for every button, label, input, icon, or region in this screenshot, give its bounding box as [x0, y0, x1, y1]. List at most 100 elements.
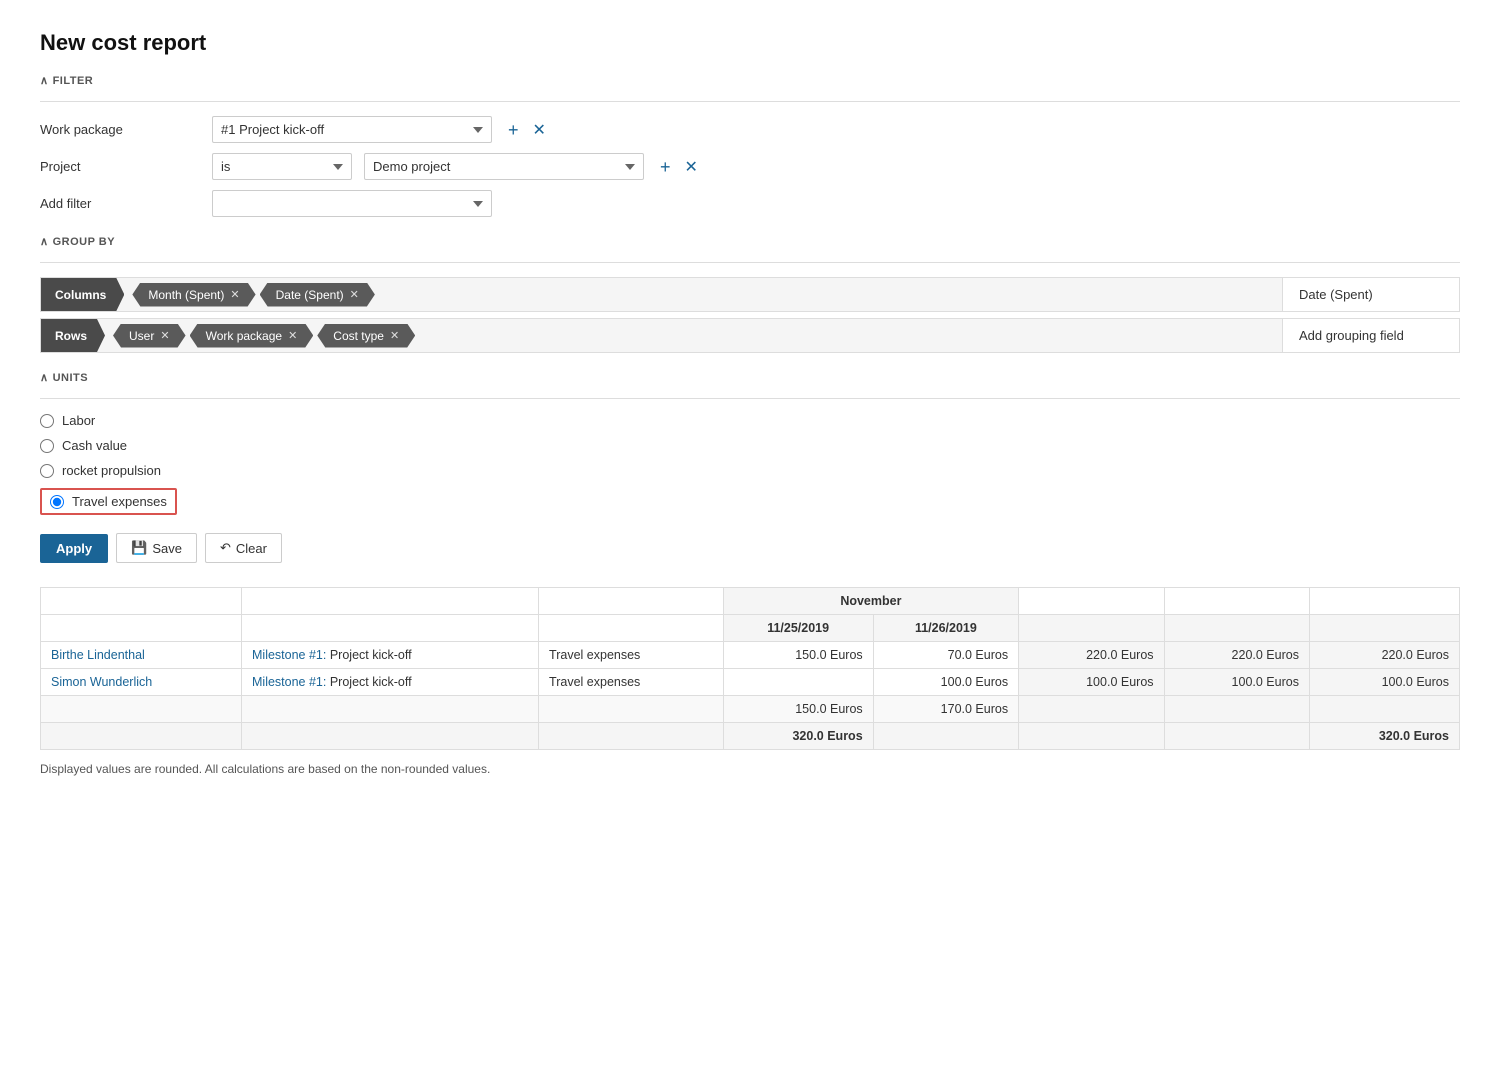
cell-sub2-2: 100.0 Euros [1164, 669, 1309, 696]
radio-labor[interactable]: Labor [40, 413, 1460, 428]
filter-row-project: Project is Demo project + ✕ [40, 153, 1460, 180]
cell-project-1: Project kick-off [330, 648, 412, 662]
tag-date-spent-remove[interactable]: ✕ [350, 288, 359, 301]
grand-empty-5 [873, 723, 1018, 750]
radio-cash-value[interactable]: Cash value [40, 438, 1460, 453]
totals-empty-1 [41, 696, 242, 723]
table-row: Simon Wunderlich Milestone #1: Project k… [41, 669, 1460, 696]
tag-work-package-remove[interactable]: ✕ [288, 329, 297, 342]
radio-cash-value-input[interactable] [40, 439, 54, 453]
tag-user-label: User [129, 329, 154, 343]
filter-label: FILTER [40, 74, 1460, 87]
save-label: Save [152, 541, 182, 556]
th-sub2 [1164, 615, 1309, 642]
report-table: November 11/25/2019 11/26/2019 Birthe Li… [40, 587, 1460, 750]
tag-cost-type-label: Cost type [333, 329, 384, 343]
columns-sort-select[interactable]: Date (Spent) [1291, 282, 1451, 307]
cell-project-2: Project kick-off [330, 675, 412, 689]
filter-label-project: Project [40, 159, 200, 174]
grand-empty-6 [1019, 723, 1164, 750]
radio-labor-input[interactable] [40, 414, 54, 428]
radio-rocket-label: rocket propulsion [62, 463, 161, 478]
filter-value-project[interactable]: Demo project [364, 153, 644, 180]
tag-user-remove[interactable]: ✕ [160, 329, 169, 342]
tag-work-package-label: Work package [206, 329, 282, 343]
grand-total: 320.0 Euros [1309, 723, 1459, 750]
radio-rocket-input[interactable] [40, 464, 54, 478]
filter-operator-project[interactable]: is [212, 153, 352, 180]
totals-date1: 150.0 Euros [723, 696, 873, 723]
table-row: Birthe Lindenthal Milestone #1: Project … [41, 642, 1460, 669]
cell-sub1-1: 220.0 Euros [1019, 642, 1164, 669]
cell-sub3-2: 100.0 Euros [1309, 669, 1459, 696]
columns-right-select: Date (Spent) [1282, 278, 1459, 311]
apply-button[interactable]: Apply [40, 534, 108, 563]
radio-rocket[interactable]: rocket propulsion [40, 463, 1460, 478]
th-user [41, 615, 242, 642]
tag-date-spent: Date (Spent) ✕ [260, 283, 375, 307]
cell-user-2[interactable]: Simon Wunderlich [41, 669, 242, 696]
save-button[interactable]: 💾 Save [116, 533, 197, 563]
units-radio-group: Labor Cash value rocket propulsion Trave… [40, 413, 1460, 515]
totals-empty-2 [242, 696, 539, 723]
grand-empty-7 [1164, 723, 1309, 750]
th-empty-6 [1309, 588, 1459, 615]
cell-date1-2 [723, 669, 873, 696]
rows-grouping-select[interactable]: Add grouping field [1291, 323, 1451, 348]
filter-label-work-package: Work package [40, 122, 200, 137]
radio-travel-input[interactable] [50, 495, 64, 509]
cell-user-1[interactable]: Birthe Lindenthal [41, 642, 242, 669]
groupby-label: GROUP BY [40, 235, 1460, 248]
radio-travel-label: Travel expenses [72, 494, 167, 509]
filter-value-work-package[interactable]: #1 Project kick-off [212, 116, 492, 143]
filter-remove-work-package[interactable]: ✕ [529, 120, 550, 140]
cell-milestone-2[interactable]: Milestone #1: Project kick-off [242, 669, 539, 696]
totals-empty-3 [539, 696, 724, 723]
cell-sub2-1: 220.0 Euros [1164, 642, 1309, 669]
rows-tags: User ✕ Work package ✕ Cost type ✕ [105, 319, 1282, 352]
th-date1: 11/25/2019 [723, 615, 873, 642]
add-filter-select[interactable] [212, 190, 492, 217]
undo-icon: ↶ [220, 540, 231, 556]
totals-date2: 170.0 Euros [873, 696, 1018, 723]
tag-month-spent-remove[interactable]: ✕ [230, 288, 239, 301]
cell-sub3-1: 220.0 Euros [1309, 642, 1459, 669]
add-filter-label: Add filter [40, 196, 200, 211]
units-label: UNITS [40, 371, 1460, 384]
th-date2: 11/26/2019 [873, 615, 1018, 642]
th-milestone [242, 615, 539, 642]
rows-bar: Rows User ✕ Work package ✕ Cost type ✕ A… [40, 318, 1460, 353]
filter-row-work-package: Work package #1 Project kick-off + ✕ [40, 116, 1460, 143]
th-empty-1 [41, 588, 242, 615]
cell-type-2: Travel expenses [539, 669, 724, 696]
units-section: UNITS Labor Cash value rocket propulsion… [40, 371, 1460, 515]
grand-empty-1 [41, 723, 242, 750]
th-sub1 [1019, 615, 1164, 642]
rows-right-select: Add grouping field [1282, 319, 1459, 352]
totals-empty-6 [1309, 696, 1459, 723]
radio-cash-value-label: Cash value [62, 438, 127, 453]
grand-empty-3 [539, 723, 724, 750]
totals-empty-5 [1164, 696, 1309, 723]
tag-cost-type-remove[interactable]: ✕ [390, 329, 399, 342]
cell-type-1: Travel expenses [539, 642, 724, 669]
clear-button[interactable]: ↶ Clear [205, 533, 282, 563]
filter-add-work-package[interactable]: + [504, 121, 523, 139]
cell-sub1-2: 100.0 Euros [1019, 669, 1164, 696]
th-sub3 [1309, 615, 1459, 642]
cell-date2-2: 100.0 Euros [873, 669, 1018, 696]
radio-labor-label: Labor [62, 413, 95, 428]
tag-month-spent: Month (Spent) ✕ [132, 283, 255, 307]
radio-travel[interactable]: Travel expenses [40, 488, 177, 515]
th-cost-type [539, 615, 724, 642]
th-empty-2 [242, 588, 539, 615]
filter-remove-project[interactable]: ✕ [681, 157, 702, 177]
cell-milestone-1[interactable]: Milestone #1: Project kick-off [242, 642, 539, 669]
th-empty-4 [1019, 588, 1164, 615]
columns-bar: Columns Month (Spent) ✕ Date (Spent) ✕ D… [40, 277, 1460, 312]
grand-date-total: 320.0 Euros [723, 723, 873, 750]
grand-total-row: 320.0 Euros 320.0 Euros [41, 723, 1460, 750]
rows-bar-label: Rows [41, 319, 105, 352]
tag-work-package: Work package ✕ [190, 324, 314, 348]
filter-add-project[interactable]: + [656, 158, 675, 176]
